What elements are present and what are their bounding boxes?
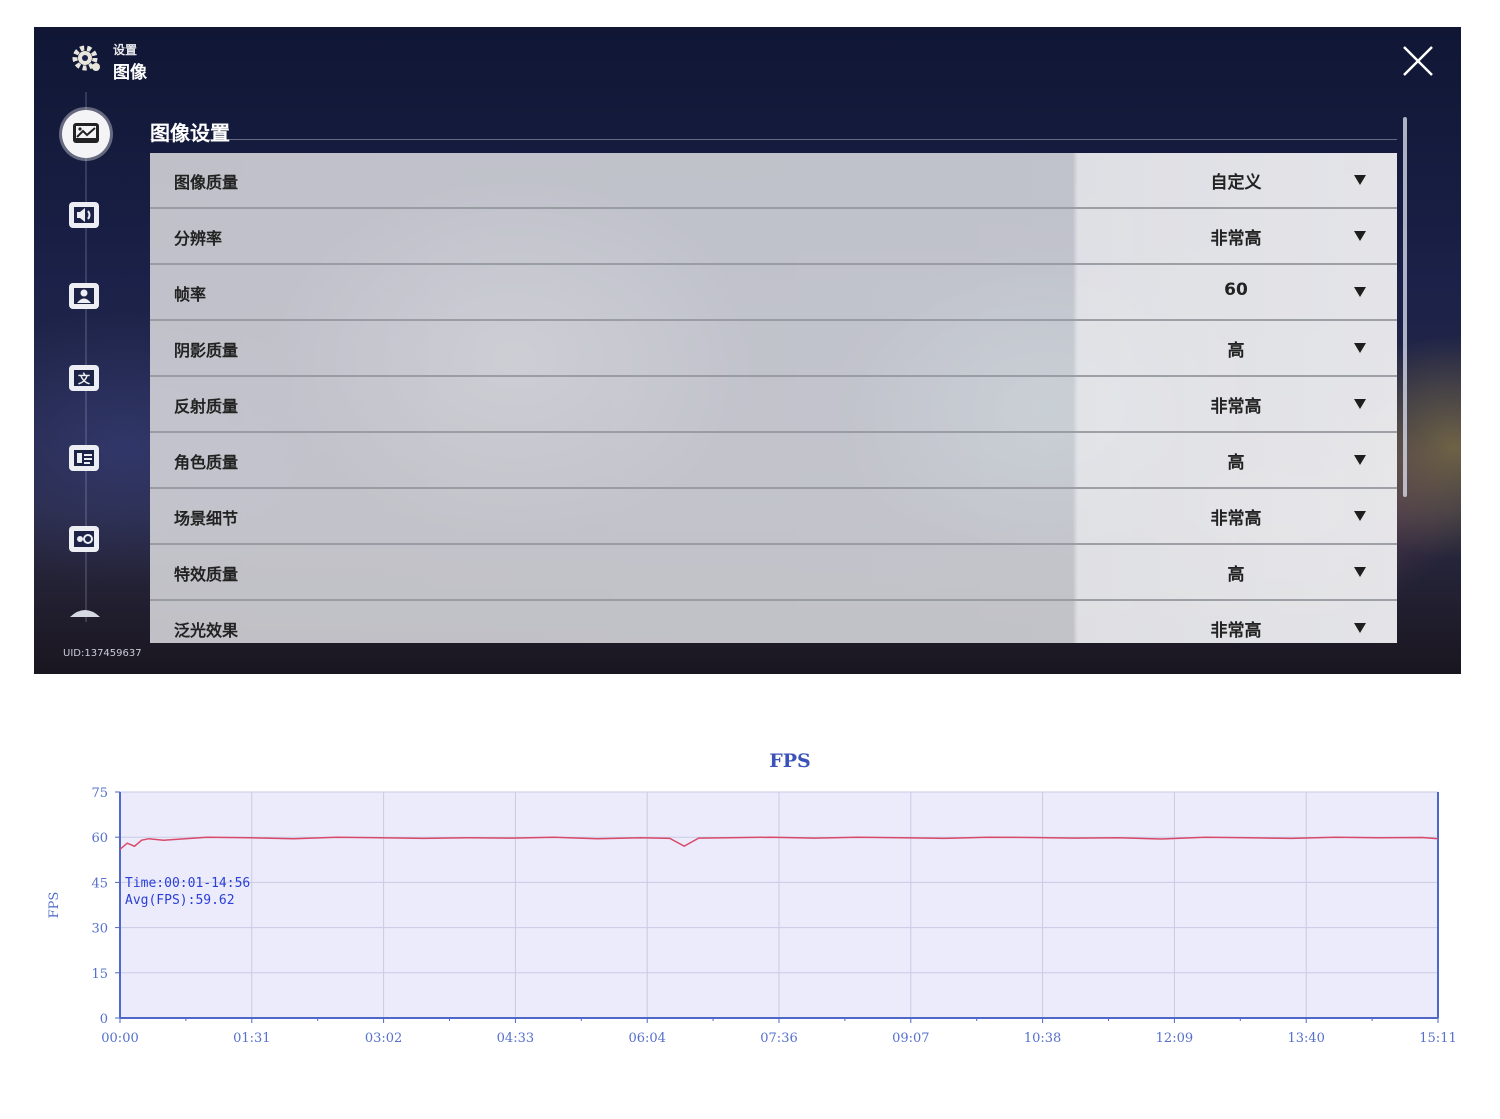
setting-value[interactable]: 高 [1160, 336, 1312, 361]
y-tick-label: 30 [91, 922, 108, 937]
y-tick-label: 75 [91, 786, 108, 801]
sidebar-item-misc[interactable] [66, 521, 104, 557]
annotation-time: Time:00:01-14:56 [125, 876, 250, 891]
dropdown-arrow-icon[interactable] [1354, 567, 1366, 577]
x-tick-label: 01:31 [233, 1031, 270, 1046]
setting-value[interactable]: 高 [1160, 448, 1312, 473]
dropdown-arrow-icon[interactable] [1354, 343, 1366, 353]
breadcrumb-parent: 设置 [113, 43, 138, 57]
x-tick-label: 15:11 [1419, 1031, 1456, 1046]
setting-value[interactable]: 自定义 [1160, 168, 1312, 193]
settings-list: 图像质量 自定义 分辨率 非常高 帧率 60 阴影质量 高 反射质量 非常高 角… [150, 153, 1397, 643]
setting-label: 阴影质量 [174, 341, 239, 360]
section-title: 图像设置 [150, 121, 230, 145]
sidebar-item-language[interactable] [66, 440, 104, 476]
text-icon: 文 [69, 365, 99, 391]
breadcrumb-current: 图像 [113, 63, 147, 83]
sidebar-item-text[interactable]: 文 [66, 360, 104, 396]
setting-row-character-quality[interactable]: 角色质量 高 [150, 433, 1397, 489]
fps-chart-svg: 0 15 30 45 60 75 00:00 01:31 03:02 04:33 06:04 07:3… [47, 786, 1457, 1046]
dropdown-arrow-icon[interactable] [1354, 455, 1366, 465]
dropdown-arrow-icon[interactable] [1354, 511, 1366, 521]
x-tick-label: 13:40 [1287, 1031, 1324, 1046]
setting-row-reflection-quality[interactable]: 反射质量 非常高 [150, 377, 1397, 433]
dropdown-arrow-icon[interactable] [1354, 399, 1366, 409]
setting-row-shadow-quality[interactable]: 阴影质量 高 [150, 321, 1397, 377]
setting-value[interactable]: 非常高 [1160, 224, 1312, 249]
scroll-up-icon [70, 610, 100, 617]
dropdown-arrow-icon[interactable] [1354, 287, 1366, 297]
gear-icon [72, 45, 100, 71]
x-tick-label: 09:07 [892, 1031, 929, 1046]
setting-row-scene-detail[interactable]: 场景细节 非常高 [150, 489, 1397, 545]
setting-label: 分辨率 [174, 229, 223, 248]
dropdown-arrow-icon[interactable] [1354, 175, 1366, 185]
setting-value[interactable]: 高 [1160, 560, 1312, 585]
dropdown-arrow-icon[interactable] [1354, 623, 1366, 633]
setting-label: 泛光效果 [174, 621, 239, 640]
sidebar-item-account[interactable] [66, 278, 104, 314]
y-tick-label: 15 [91, 967, 108, 982]
setting-label: 反射质量 [174, 397, 239, 416]
x-tick-label: 03:02 [365, 1031, 402, 1046]
svg-text:文: 文 [78, 371, 91, 386]
uid-label: UID:137459637 [63, 648, 142, 659]
x-tick-label: 04:33 [497, 1031, 534, 1046]
x-tick-label: 10:38 [1024, 1031, 1061, 1046]
x-tick-label: 00:00 [101, 1031, 138, 1046]
setting-label: 图像质量 [174, 173, 239, 192]
x-tick-label: 06:04 [628, 1031, 665, 1046]
account-icon [69, 283, 99, 309]
language-icon [69, 445, 99, 471]
section-divider [150, 139, 1397, 140]
y-tick-label: 45 [91, 876, 108, 891]
setting-row-effects-quality[interactable]: 特效质量 高 [150, 545, 1397, 601]
x-tick-label: 07:36 [760, 1031, 797, 1046]
misc-icon [69, 526, 99, 552]
fps-chart: FPS 0 15 30 45 60 75 00:00 01:31 03:02 04:33 06:04… [0, 730, 1500, 1119]
setting-row-resolution[interactable]: 分辨率 非常高 [150, 209, 1397, 265]
y-tick-label: 60 [91, 831, 108, 846]
sidebar-item-image[interactable] [62, 110, 110, 158]
settings-scrollbar[interactable] [1403, 117, 1407, 497]
game-settings-screen: 设置 图像 文 UID:137459637 图像设置 图像质量 自定义 分辨率 … [34, 27, 1461, 674]
setting-row-bloom[interactable]: 泛光效果 非常高 [150, 601, 1397, 643]
x-tick-label: 12:09 [1156, 1031, 1193, 1046]
y-axis-label: FPS [47, 892, 62, 919]
image-settings-icon [73, 123, 99, 143]
setting-label: 帧率 [174, 285, 207, 304]
y-tick-label: 0 [100, 1012, 108, 1027]
setting-value[interactable]: 非常高 [1160, 504, 1312, 529]
setting-value[interactable]: 60 [1160, 280, 1312, 300]
setting-label: 场景细节 [174, 509, 239, 528]
sidebar-item-sound[interactable] [66, 197, 104, 233]
setting-value[interactable]: 非常高 [1160, 616, 1312, 641]
close-icon[interactable] [1398, 41, 1438, 81]
sound-icon [69, 202, 99, 228]
setting-label: 特效质量 [174, 565, 239, 584]
dropdown-arrow-icon[interactable] [1354, 231, 1366, 241]
setting-row-image-quality[interactable]: 图像质量 自定义 [150, 153, 1397, 209]
annotation-avg: Avg(FPS):59.62 [125, 893, 235, 908]
setting-label: 角色质量 [174, 453, 239, 472]
setting-value[interactable]: 非常高 [1160, 392, 1312, 417]
sidebar-scroll-up[interactable] [66, 599, 104, 635]
setting-row-frame-rate[interactable]: 帧率 60 [150, 265, 1397, 321]
